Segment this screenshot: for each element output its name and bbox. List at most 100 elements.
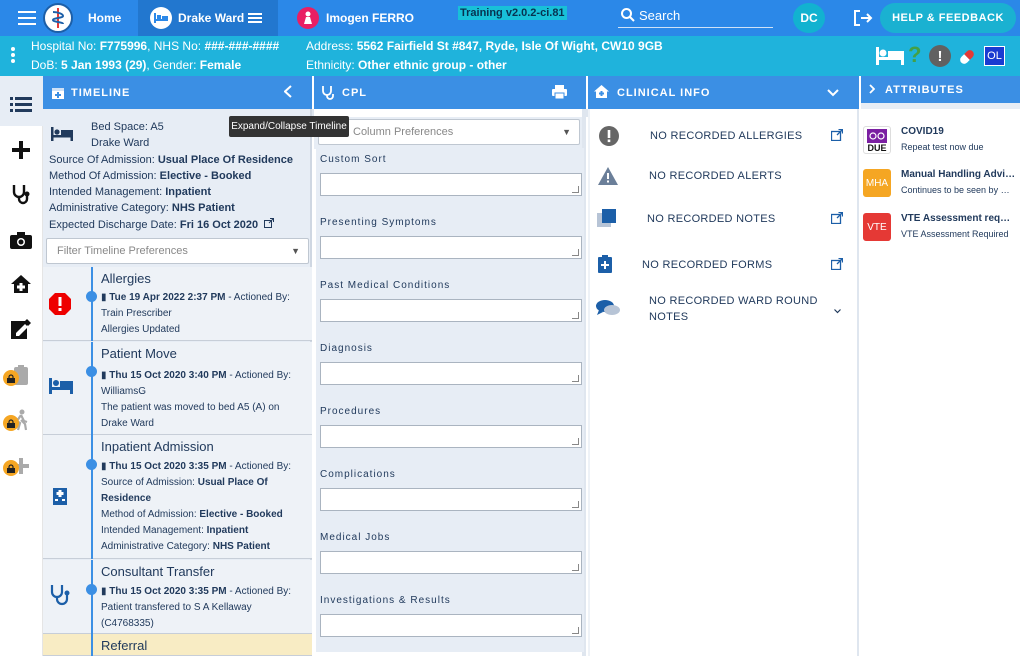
attribute-manual-handling[interactable]: MHA Manual Handling Advice Continues to … xyxy=(861,169,1020,201)
hamburger-menu-icon[interactable] xyxy=(18,11,36,25)
allergy-exclamation-icon xyxy=(599,126,619,149)
banner-menu-icon[interactable] xyxy=(11,47,15,63)
complications-textarea[interactable] xyxy=(320,488,582,511)
forms-external-link-icon[interactable] xyxy=(830,257,844,273)
timeline-item-inpatient-admission[interactable]: Inpatient Admission ▮ Thu 15 Oct 2020 3:… xyxy=(43,435,312,559)
timeline-item-allergies[interactable]: Allergies ▮ Tue 19 Apr 2022 2:37 PM - Ac… xyxy=(43,267,312,341)
attribute-title: Manual Handling Advice xyxy=(901,169,1016,180)
cpl-title: CPL xyxy=(342,87,367,99)
timeline-item-detail: The patient was moved to bed A5 (A) on xyxy=(101,402,280,413)
cpl-header: CPL xyxy=(314,76,586,109)
allergies-external-link-icon[interactable] xyxy=(830,128,844,144)
attribute-vte-assessment[interactable]: VTE VTE Assessment required VTE Assessme… xyxy=(861,213,1020,245)
bed-space: Bed Space: A5 xyxy=(91,121,164,133)
list-icon[interactable] xyxy=(8,92,34,118)
attributes-expand-chevron-icon[interactable] xyxy=(869,84,876,97)
intended-label: Intended Management: xyxy=(49,186,163,198)
external-link-icon[interactable] xyxy=(264,218,275,231)
help-feedback-button[interactable]: HELP & FEEDBACK xyxy=(880,3,1016,33)
address-label: Address: xyxy=(306,39,354,53)
home-link[interactable]: Home xyxy=(88,11,121,25)
custom-sort-textarea[interactable] xyxy=(320,173,582,196)
timeline-line xyxy=(91,267,93,341)
calendar-icon: ▮ xyxy=(101,461,107,472)
timeline-item-consultant-transfer[interactable]: Consultant Transfer ▮ Thu 15 Oct 2020 3:… xyxy=(43,560,312,634)
timeline-item-detail: Patient transfered to S A Kellaway xyxy=(101,602,252,613)
expand-collapse-tooltip: Expand/Collapse Timeline xyxy=(229,116,349,137)
attribute-subtitle: Repeat test now due xyxy=(901,142,984,152)
clinical-collapse-chevron-icon[interactable] xyxy=(827,88,839,100)
procedures-textarea[interactable] xyxy=(320,425,582,448)
attribute-covid19[interactable]: DUE COVID19 Repeat test now due xyxy=(861,126,1020,158)
timeline-item-detail-2: (C4768335) xyxy=(101,618,154,629)
column-preferences-select[interactable]: Column Preferences ▼ xyxy=(318,119,580,145)
cpl-section-label: Diagnosis xyxy=(320,343,373,354)
past-medical-conditions-textarea[interactable] xyxy=(320,299,582,322)
expected-discharge: Expected Discharge Date: Fri 16 Oct 2020 xyxy=(49,218,275,231)
method-value: Elective - Booked xyxy=(159,170,252,182)
dob: 5 Jan 1993 (29) xyxy=(61,58,147,72)
timeline-item-detail-2: Drake Ward xyxy=(101,418,154,429)
timeline-dot xyxy=(86,584,97,595)
actioned-by-label: - Actioned By: xyxy=(226,370,292,381)
cpl-section-label: Custom Sort xyxy=(320,154,387,165)
medication-pill-icon[interactable] xyxy=(957,47,977,70)
cpl-section-procedures: Procedures xyxy=(316,400,584,463)
search-box[interactable]: Search xyxy=(618,5,773,28)
timeline-filter-select[interactable]: Filter Timeline Preferences ▼ xyxy=(46,238,309,264)
bed-status-icon[interactable] xyxy=(876,47,904,68)
logout-icon[interactable] xyxy=(852,9,874,30)
alert-icon[interactable]: ! xyxy=(929,45,951,67)
clinical-home-icon xyxy=(594,85,609,101)
diagnosis-textarea[interactable] xyxy=(320,362,582,385)
patient-tab[interactable]: Imogen FERRO xyxy=(288,0,448,36)
add-icon[interactable] xyxy=(8,137,34,163)
clinical-allergies-row[interactable]: NO RECORDED ALLERGIES xyxy=(590,126,857,148)
print-icon[interactable] xyxy=(552,85,567,102)
notes-external-link-icon[interactable] xyxy=(830,211,844,227)
calendar-icon: ▮ xyxy=(101,586,107,597)
intended-value: Inpatient xyxy=(206,525,249,536)
ward-tab[interactable]: Drake Ward xyxy=(138,0,278,36)
ward-menu-icon[interactable] xyxy=(248,13,262,23)
cpl-section-diagnosis: Diagnosis xyxy=(316,337,584,400)
ward-round-expand-chevron-icon[interactable] xyxy=(834,305,841,317)
hospital-building-icon xyxy=(51,485,75,509)
cpl-section-label: Complications xyxy=(320,469,396,480)
calendar-icon: ▮ xyxy=(101,292,107,303)
timeline-item-patient-move[interactable]: Patient Move ▮ Thu 15 Oct 2020 3:40 PM -… xyxy=(43,342,312,435)
covid-badge-text: DUE xyxy=(867,143,887,153)
actioned-by-label: - Actioned By: xyxy=(226,461,292,472)
timeline-dot xyxy=(86,366,97,377)
camera-icon[interactable] xyxy=(8,227,34,253)
cpl-section-complications: Complications xyxy=(316,463,584,526)
dob-gender-line: DoB: 5 Jan 1993 (29), Gender: Female xyxy=(31,58,241,72)
user-avatar[interactable]: DC xyxy=(793,3,825,33)
clinical-notes-row[interactable]: NO RECORDED NOTES xyxy=(590,208,857,230)
home-medical-icon[interactable] xyxy=(8,271,34,297)
timeline-dot xyxy=(86,459,97,470)
source-value-2: Residence xyxy=(101,493,152,504)
clinical-forms-row[interactable]: NO RECORDED FORMS xyxy=(590,255,857,277)
clinical-alerts-row[interactable]: NO RECORDED ALERTS xyxy=(590,166,857,188)
app-logo-icon[interactable] xyxy=(43,3,73,33)
timeline-item-date: Thu 15 Oct 2020 3:35 PM xyxy=(109,586,227,597)
patient-move-bed-icon xyxy=(49,378,73,402)
medical-jobs-textarea[interactable] xyxy=(320,551,582,574)
clinical-info-panel: NO RECORDED ALLERGIES NO RECORDED ALERTS… xyxy=(588,109,859,656)
timeline-item-meta: ▮ Tue 19 Apr 2022 2:37 PM - Actioned By:… xyxy=(101,290,306,338)
edit-form-icon[interactable] xyxy=(8,316,34,342)
question-icon[interactable]: ? xyxy=(908,42,921,68)
cpl-section-custom-sort: Custom Sort xyxy=(316,148,584,211)
clinical-ward-round-row[interactable]: NO RECORDED WARD ROUND NOTES xyxy=(590,294,857,326)
collapse-timeline-chevron-icon[interactable] xyxy=(283,85,292,101)
timeline-item-meta: ▮ Thu 15 Oct 2020 3:35 PM - Actioned By:… xyxy=(101,459,306,555)
presenting-symptoms-textarea[interactable] xyxy=(320,236,582,259)
timeline-line xyxy=(91,634,93,656)
ol-badge[interactable]: OL xyxy=(984,46,1005,66)
investigations-results-textarea[interactable] xyxy=(320,614,582,637)
dropdown-caret-icon: ▼ xyxy=(562,127,571,137)
dropdown-caret-icon: ▼ xyxy=(291,246,300,256)
stethoscope-icon[interactable] xyxy=(8,181,34,207)
timeline-item-referral[interactable]: Referral xyxy=(43,634,312,656)
